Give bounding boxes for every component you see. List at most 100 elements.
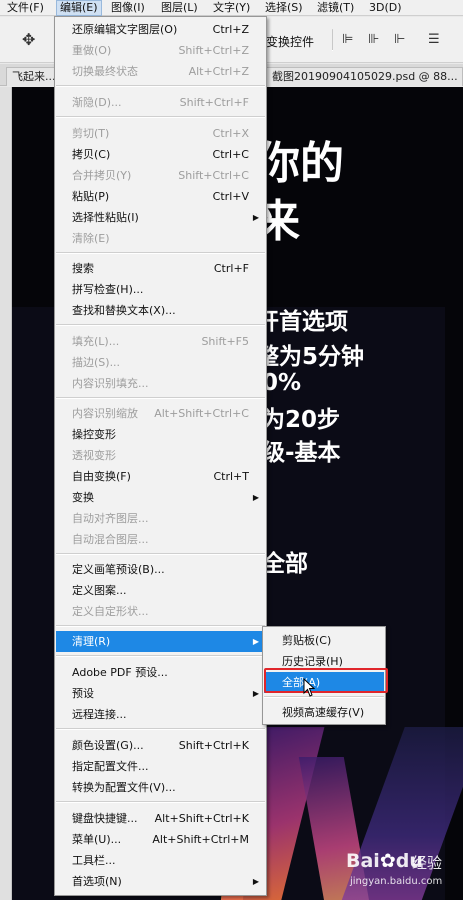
menu-separator [56, 116, 265, 118]
tab-document-2[interactable]: 截图20190904105029.psd @ 88... [266, 67, 463, 86]
menu-item-pdf-presets[interactable]: Adobe PDF 预设... [56, 662, 265, 683]
menu-item-shortcut: Ctrl+T [213, 470, 249, 483]
menu-item-auto-align[interactable]: 自动对齐图层... [56, 508, 265, 529]
menu-item-define-brush[interactable]: 定义画笔预设(B)... [56, 559, 265, 580]
menu-item-label: 还原编辑文字图层(O) [72, 23, 178, 36]
submenu-arrow-icon: ▶ [252, 213, 259, 222]
menu-item-perspective-warp[interactable]: 透视变形 [56, 445, 265, 466]
menu-item-define-shape[interactable]: 定义自定形状... [56, 601, 265, 622]
menu-item-keyboard-shortcuts[interactable]: 键盘快捷键... Alt+Shift+Ctrl+K [56, 808, 265, 829]
menu-select[interactable]: 选择(S) [262, 0, 306, 16]
menu-3d[interactable]: 3D(D) [366, 0, 405, 16]
menu-item-shortcut: Alt+Shift+Ctrl+K [154, 812, 249, 825]
divider [332, 29, 333, 51]
menu-item-paste[interactable]: 粘贴(P) Ctrl+V [56, 186, 265, 207]
menu-item-auto-blend[interactable]: 自动混合图层... [56, 529, 265, 550]
menu-item-find-replace[interactable]: 查找和替换文本(X)... [56, 300, 265, 321]
menu-item-content-aware-fill[interactable]: 内容识别填充... [56, 373, 265, 394]
menu-item-label: 键盘快捷键... [72, 812, 138, 825]
menu-item-paste-special[interactable]: 选择性粘贴(I) ▶ [56, 207, 265, 228]
menu-item-label: 拷贝(C) [72, 148, 111, 161]
menu-separator [56, 625, 265, 627]
menu-item-copy-merged[interactable]: 合并拷贝(Y) Shift+Ctrl+C [56, 165, 265, 186]
menu-item-redo[interactable]: 重做(O) Shift+Ctrl+Z [56, 40, 265, 61]
menu-item-spell-check[interactable]: 拼写检查(H)... [56, 279, 265, 300]
menu-item-toggle-last-state[interactable]: 切换最终状态 Alt+Ctrl+Z [56, 61, 265, 82]
menu-item-free-transform[interactable]: 自由变换(F) Ctrl+T [56, 466, 265, 487]
menu-item-label: 描边(S)... [72, 356, 121, 369]
menu-item-fill[interactable]: 填充(L)... Shift+F5 [56, 331, 265, 352]
submenu-arrow-icon: ▶ [252, 493, 259, 502]
menu-item-label: 粘贴(P) [72, 190, 110, 203]
submenu-item-video-cache[interactable]: 视频高速缓存(V) [264, 702, 384, 723]
menu-item-menus[interactable]: 菜单(U)... Alt+Shift+Ctrl+M [56, 829, 265, 850]
menu-item-purge[interactable]: 清理(R) ▶ [56, 631, 265, 652]
menu-item-define-pattern[interactable]: 定义图案... [56, 580, 265, 601]
menu-item-content-aware-scale[interactable]: 内容识别缩放 Alt+Shift+Ctrl+C [56, 403, 265, 424]
menu-image[interactable]: 图像(I) [108, 0, 148, 16]
menu-item-shortcut: Ctrl+V [212, 190, 249, 203]
menu-item-convert-profile[interactable]: 转换为配置文件(V)... [56, 777, 265, 798]
menu-item-shortcut: Ctrl+C [212, 148, 249, 161]
menu-item-copy[interactable]: 拷贝(C) Ctrl+C [56, 144, 265, 165]
align-left-icon[interactable]: ⊫ [342, 32, 353, 47]
menu-separator [56, 655, 265, 657]
transform-controls-label[interactable]: 变换控件 [266, 33, 314, 50]
menu-item-toolbar[interactable]: 工具栏... [56, 850, 265, 871]
menu-item-shortcut: Ctrl+X [212, 127, 249, 140]
menu-item-label: Adobe PDF 预设... [72, 666, 168, 679]
watermark-suffix: 经验 [412, 854, 443, 872]
menu-item-label: 渐隐(D)... [72, 96, 122, 109]
menu-item-label: 转换为配置文件(V)... [72, 781, 176, 794]
menu-type[interactable]: 文字(Y) [210, 0, 253, 16]
menu-item-label: 剪贴板(C) [282, 634, 332, 647]
logo-text: Bai [346, 850, 380, 872]
align-center-icon[interactable]: ⊪ [368, 32, 379, 47]
menu-separator [56, 728, 265, 730]
move-tool-icon[interactable]: ✥ [22, 30, 35, 49]
menu-item-shortcut: Shift+F5 [201, 335, 249, 348]
menu-item-label: 选择性粘贴(I) [72, 211, 139, 224]
menu-item-cut[interactable]: 剪切(T) Ctrl+X [56, 123, 265, 144]
menu-item-remote-connections[interactable]: 远程连接... [56, 704, 265, 725]
menu-item-label: 自动混合图层... [72, 533, 149, 546]
tools-panel [0, 87, 12, 900]
menu-item-label: 填充(L)... [72, 335, 120, 348]
menu-item-puppet-warp[interactable]: 操控变形 [56, 424, 265, 445]
menu-bar: 文件(F) 编辑(E) 图像(I) 图层(L) 文字(Y) 选择(S) 滤镜(T… [0, 0, 463, 16]
menu-item-label: 工具栏... [72, 854, 116, 867]
menu-file[interactable]: 文件(F) [4, 0, 47, 16]
menu-item-label: 清除(E) [72, 232, 110, 245]
menu-separator [56, 553, 265, 555]
menu-item-stroke[interactable]: 描边(S)... [56, 352, 265, 373]
menu-item-preferences[interactable]: 首选项(N) ▶ [56, 871, 265, 892]
menu-item-shortcut: Shift+Ctrl+Z [178, 44, 249, 57]
menu-item-search[interactable]: 搜索 Ctrl+F [56, 258, 265, 279]
menu-item-assign-profile[interactable]: 指定配置文件... [56, 756, 265, 777]
menu-item-label: 拼写检查(H)... [72, 283, 144, 296]
menu-item-transform[interactable]: 变换 ▶ [56, 487, 265, 508]
menu-filter[interactable]: 滤镜(T) [314, 0, 357, 16]
align-top-icon[interactable]: ☰ [428, 32, 440, 47]
submenu-item-clipboard[interactable]: 剪贴板(C) [264, 630, 384, 651]
menu-separator [56, 85, 265, 87]
menu-item-color-settings[interactable]: 颜色设置(G)... Shift+Ctrl+K [56, 735, 265, 756]
menu-item-shortcut: Ctrl+F [213, 262, 249, 275]
menu-layer[interactable]: 图层(L) [158, 0, 201, 16]
canvas-text: 你的 [256, 138, 344, 189]
menu-item-label: 菜单(U)... [72, 833, 122, 846]
canvas-text: 为20步 [262, 407, 341, 433]
menu-item-undo[interactable]: 还原编辑文字图层(O) Ctrl+Z [56, 19, 265, 40]
menu-edit[interactable]: 编辑(E) [56, 0, 102, 16]
menu-item-fade[interactable]: 渐隐(D)... Shift+Ctrl+F [56, 92, 265, 113]
menu-item-shortcut: Alt+Shift+Ctrl+C [154, 407, 249, 420]
tab-document-1[interactable]: 飞起来... [6, 67, 58, 86]
menu-item-label: 自动对齐图层... [72, 512, 149, 525]
menu-item-label: 透视变形 [72, 449, 116, 462]
menu-item-clear[interactable]: 清除(E) [56, 228, 265, 249]
menu-item-label: 颜色设置(G)... [72, 739, 144, 752]
mouse-cursor-icon [303, 678, 315, 697]
menu-item-label: 视频高速缓存(V) [282, 706, 365, 719]
menu-item-presets[interactable]: 预设 ▶ [56, 683, 265, 704]
align-right-icon[interactable]: ⊩ [394, 32, 405, 47]
